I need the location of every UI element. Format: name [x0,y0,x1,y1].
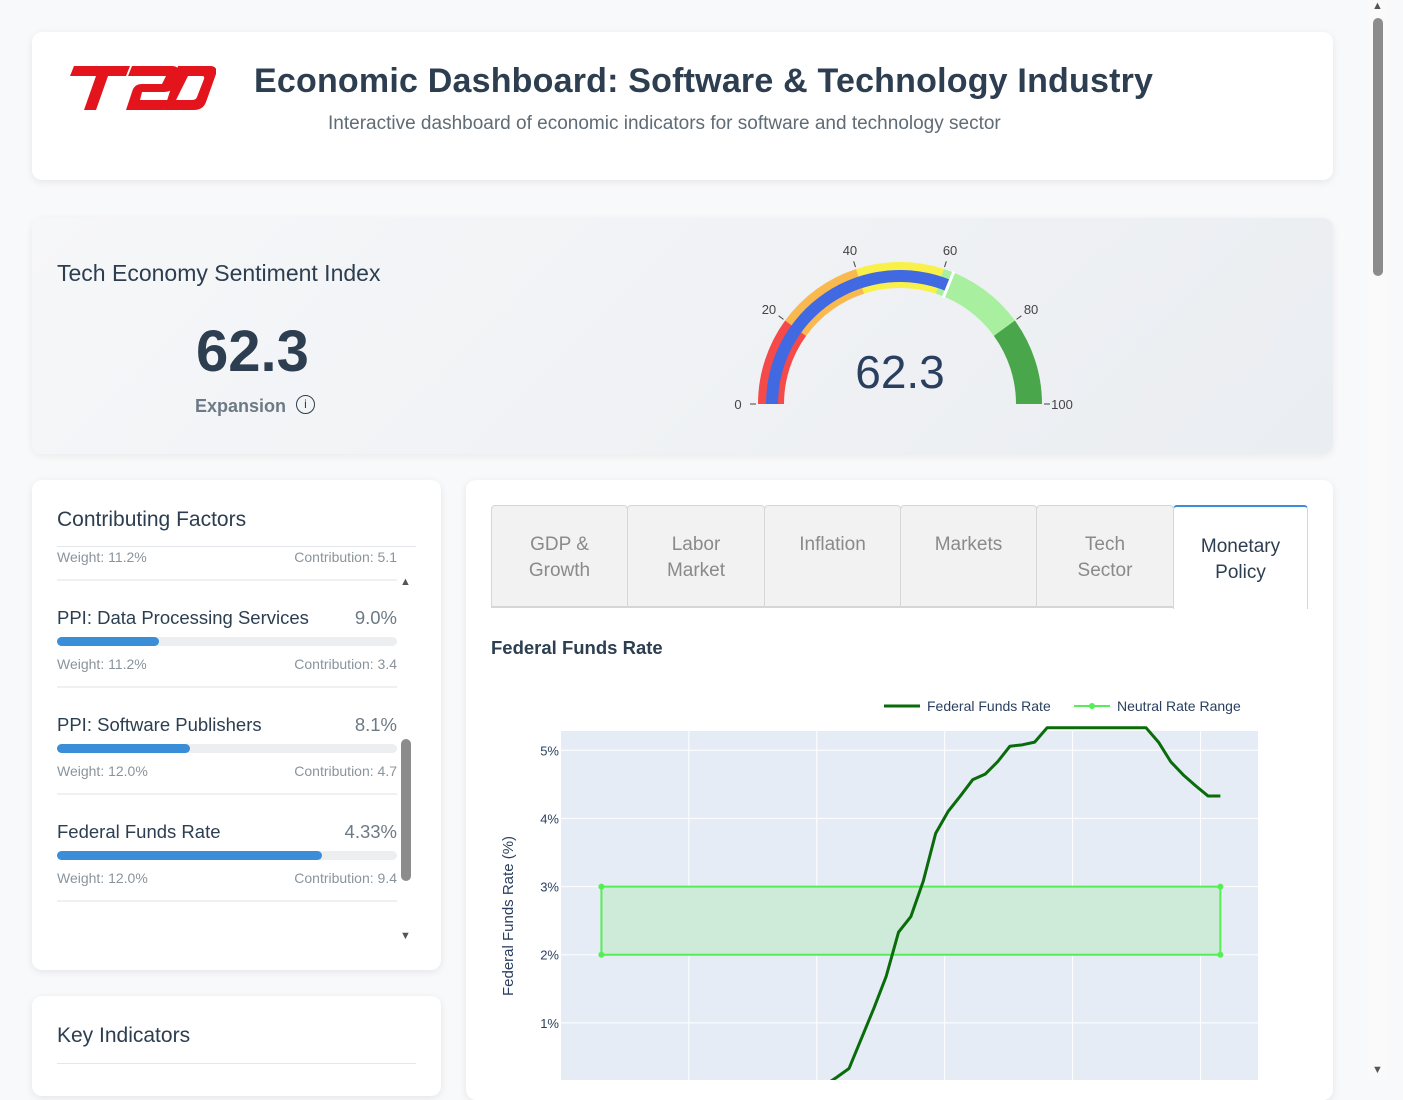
neutral-rate-range-point [598,883,605,890]
factor-item: PPI: Software Publishers 8.1% Weight: 12.0… [57,686,397,795]
info-icon[interactable]: i [296,395,315,414]
gauge-tick-label: 40 [843,243,857,258]
tab-monetary-policy[interactable]: Monetary Policy [1173,505,1308,609]
factor-list[interactable]: Weight: 11.2% Contribution: 5.1 PPI: Data … [57,550,397,943]
factor-name: PPI: Data Processing Services [57,607,309,628]
y-tick-label: 3% [540,880,559,895]
tab-label: Labor Market [666,534,726,581]
factor-progress-bar [57,851,397,860]
tab-gdp-growth[interactable]: GDP & Growth [491,505,628,607]
tab-inflation[interactable]: Inflation [764,505,901,607]
window-scroll-up-icon[interactable]: ▲ [1372,0,1383,12]
gauge-tick-label: 100 [1051,397,1073,412]
federal-funds-rate-chart[interactable]: 1% 2% 3% 4% 5% Federal Funds Rate (%) Federal … [486,680,1316,1080]
chart-title: Federal Funds Rate [491,637,663,658]
y-tick-label: 2% [540,948,559,963]
factor-progress-bar [57,637,397,646]
factor-contribution: Contribution: 4.7 [294,763,397,779]
factor-contribution: Contribution: 9.4 [294,870,397,886]
gauge-tick [778,315,784,320]
factor-value: 4.33% [344,821,397,842]
y-tick-label: 5% [540,743,559,758]
key-indicators-title: Key Indicators [57,1024,191,1047]
factor-item: Weight: 11.2% Contribution: 5.1 [57,550,397,581]
sentiment-value: 62.3 [196,319,309,384]
divider [57,546,416,547]
divider [57,1063,416,1064]
window-scroll-down-icon[interactable]: ▼ [1372,1064,1383,1076]
indicator-tabs: GDP & Growth Labor Market Inflation Mark… [491,505,1308,609]
factor-list-scrollbar[interactable] [401,739,411,881]
factor-progress-fill [57,744,190,753]
factor-item: PPI: Data Processing Services 9.0% Weight:… [57,579,397,688]
factor-name: PPI: Software Publishers [57,714,262,735]
tab-label: Markets [934,534,1003,555]
factor-progress-fill [57,851,323,860]
page-subtitle: Interactive dashboard of economic indica… [328,113,1001,134]
tab-label: GDP & Growth [528,534,591,581]
factor-progress-fill [57,637,159,646]
gauge-tick-label: 20 [762,302,776,317]
scroll-down-arrow-icon[interactable]: ▼ [400,930,411,942]
gauge-tick-label: 0 [734,397,741,412]
page-title: Economic Dashboard: Software & Technolog… [254,62,1154,100]
neutral-rate-range-point [1217,883,1224,890]
y-axis-label: Federal Funds Rate (%) [500,836,517,996]
window-scrollbar-thumb[interactable] [1373,18,1383,276]
sentiment-gauge: 0 20 40 60 80 100 62.3 [734,243,1073,412]
tab-label: Tech Sector [1077,534,1133,581]
factor-weight: Weight: 11.2% [57,656,147,672]
tab-baseline [491,607,1174,608]
factor-weight: Weight: 12.0% [57,870,148,886]
tab-labor-market[interactable]: Labor Market [627,505,765,607]
factor-item: Federal Funds Rate 4.33% Weight: 12.0% Cont… [57,793,397,902]
factor-contribution: Contribution: 3.4 [294,656,397,672]
gauge-band-80-100 [993,320,1042,404]
contributing-factors-title: Contributing Factors [57,508,247,531]
header-card [32,32,1333,180]
gauge-tick-label: 80 [1024,302,1038,317]
tab-label: Monetary Policy [1200,536,1281,583]
scroll-up-arrow-icon[interactable]: ▲ [400,576,411,588]
y-tick-label: 4% [540,811,559,826]
tab-label: Inflation [799,534,866,555]
neutral-rate-range-point [598,951,605,958]
neutral-rate-range-point [1217,951,1224,958]
legend-label-federal-funds-rate: Federal Funds Rate [927,698,1051,714]
legend-marker-neutral-rate-range [1089,703,1095,709]
sentiment-title: Tech Economy Sentiment Index [57,260,381,286]
factor-progress-bar [57,744,397,753]
factor-weight: Weight: 12.0% [57,763,148,779]
factor-contribution: Contribution: 5.1 [294,550,397,565]
neutral-rate-range-area [601,886,1221,955]
factor-name: Federal Funds Rate [57,821,221,842]
tab-tech-sector[interactable]: Tech Sector [1036,505,1174,607]
tab-markets[interactable]: Markets [900,505,1037,607]
t2d-logo [70,66,216,110]
y-tick-label: 1% [540,1016,559,1031]
factor-value: 8.1% [354,714,397,735]
gauge-value-label: 62.3 [855,346,945,398]
gauge-tick [1016,315,1022,320]
gauge-tick [853,261,856,268]
factor-weight: Weight: 11.2% [57,550,147,565]
sentiment-status-label: Expansion [195,396,287,416]
factor-value: 9.0% [354,607,397,628]
legend-label-neutral-rate-range: Neutral Rate Range [1117,698,1241,714]
gauge-tick [944,261,947,268]
gauge-tick-label: 60 [943,243,957,258]
